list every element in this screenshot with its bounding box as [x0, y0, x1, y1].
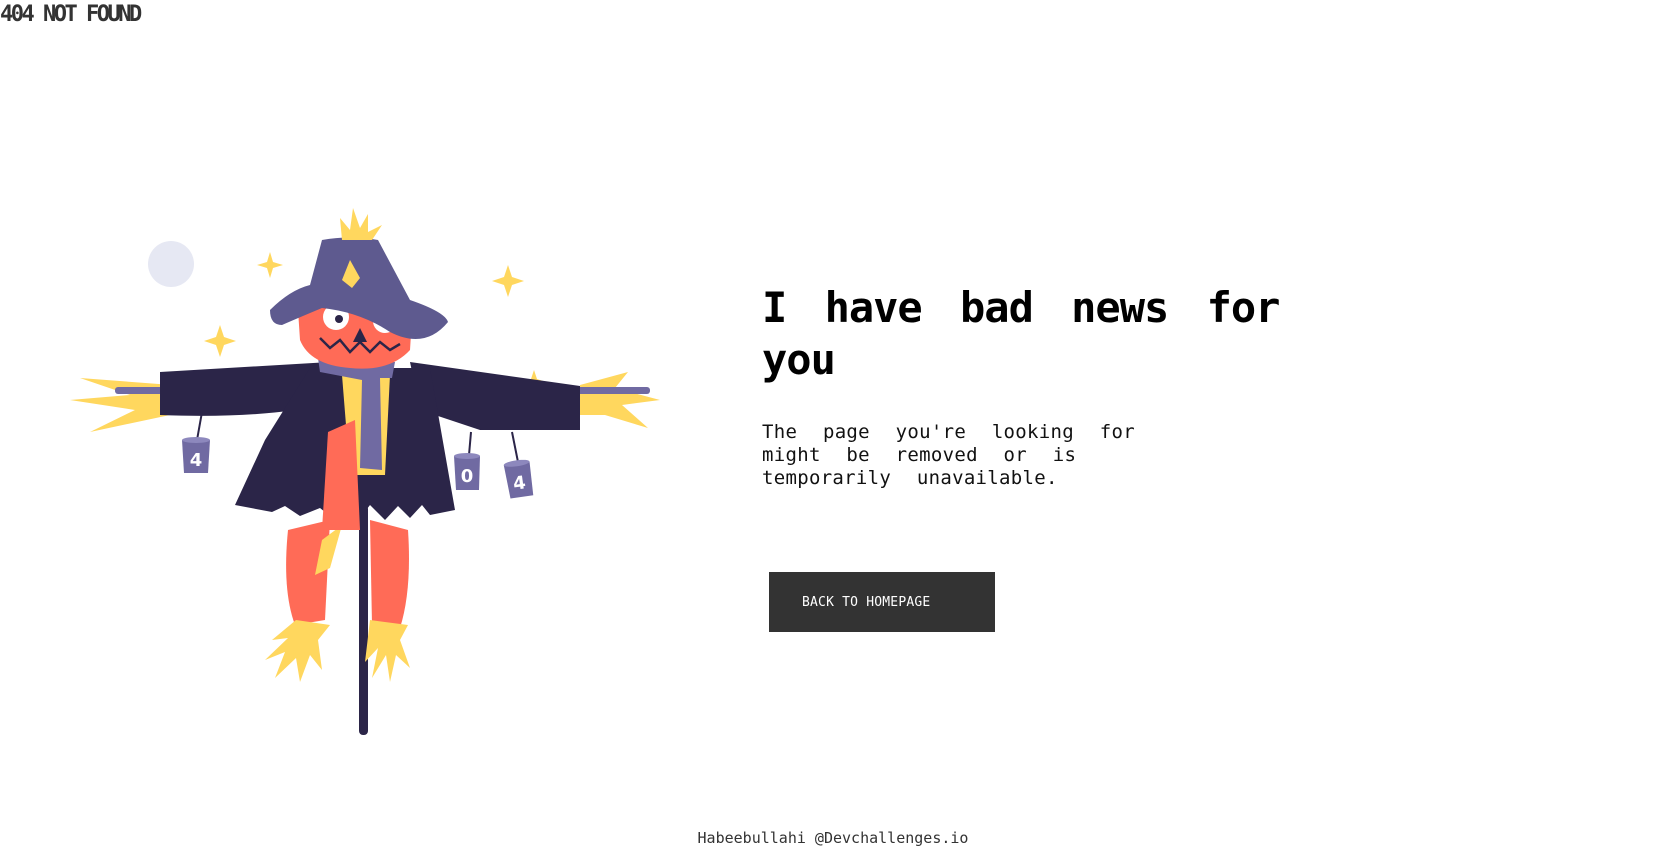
- can-label: 4: [190, 450, 203, 471]
- back-to-homepage-button[interactable]: BACK TO HOMEPAGE: [769, 572, 995, 632]
- sparkle-icon: [204, 325, 236, 357]
- moon-icon: [148, 241, 194, 287]
- sparkle-icon: [257, 252, 283, 278]
- scarecrow-icon: 4 0 4: [70, 208, 660, 735]
- scarecrow-illustration: 4 0 4: [60, 200, 680, 740]
- error-message: The page you're looking for might be rem…: [762, 421, 1135, 489]
- page-title: I have bad news for you: [762, 283, 1280, 384]
- can-label: 0: [461, 466, 474, 487]
- can-icon: 0: [454, 453, 480, 490]
- footer-credit: Habeebullahi @Devchallenges.io: [697, 829, 969, 847]
- can-icon: 4: [182, 437, 210, 473]
- can-icon: 4: [503, 459, 534, 499]
- brand-logo-text: 404 NOT FOUND: [0, 2, 142, 27]
- sparkle-icon: [492, 265, 524, 297]
